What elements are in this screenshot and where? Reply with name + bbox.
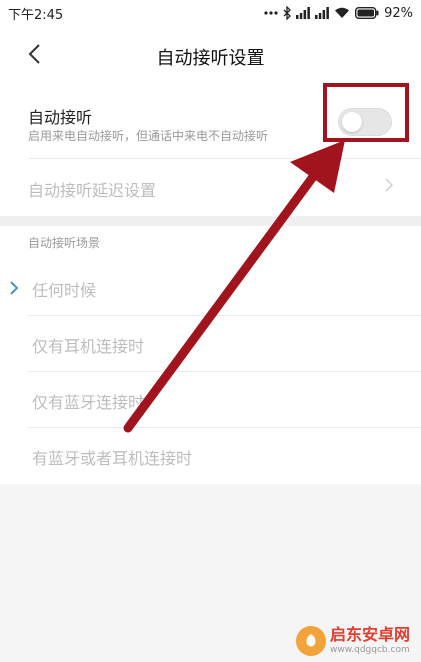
watermark-logo-icon xyxy=(296,626,326,656)
signal-icon-2 xyxy=(315,7,329,19)
delay-setting-label: 自动接听延迟设置 xyxy=(28,181,157,200)
scenario-label: 任何时候 xyxy=(32,281,97,300)
screen: 下午2:45 92% 自动接听设置 自动接听 启用来电自动接听，但通话中来电不自… xyxy=(0,0,421,662)
watermark-text: 启东安卓网 www.qdgqcb.com xyxy=(330,627,410,655)
annotation-highlight-box xyxy=(323,83,409,142)
section-gap xyxy=(0,216,421,226)
auto-answer-title: 自动接听 xyxy=(28,108,93,127)
delay-setting-row[interactable]: 自动接听延迟设置 xyxy=(0,159,421,216)
scenario-item-headset[interactable]: 仅有耳机连接时 xyxy=(0,316,421,372)
scenario-card: 自动接听场景 任何时候 仅有耳机连接时 仅有蓝牙连接时 有蓝牙或者耳机连接时 xyxy=(0,226,421,484)
watermark-name: 启东安卓网 xyxy=(330,625,411,644)
bluetooth-icon xyxy=(283,6,292,20)
chevron-right-icon xyxy=(385,177,394,196)
status-icons: 92% xyxy=(264,4,413,22)
scenario-label: 有蓝牙或者耳机连接时 xyxy=(32,449,193,468)
status-bar: 下午2:45 92% xyxy=(0,0,421,26)
title-bar: 自动接听设置 xyxy=(0,26,421,86)
scenario-item-bluetooth[interactable]: 仅有蓝牙连接时 xyxy=(0,372,421,428)
status-time: 下午2:45 xyxy=(8,8,64,23)
page-title: 自动接听设置 xyxy=(156,48,265,69)
scenario-item-anytime[interactable]: 任何时候 xyxy=(0,260,421,316)
scenario-item-bluetooth-or-headset[interactable]: 有蓝牙或者耳机连接时 xyxy=(0,428,421,484)
scenario-label: 仅有蓝牙连接时 xyxy=(32,393,145,412)
dots-icon xyxy=(264,10,278,16)
wifi-icon xyxy=(334,7,350,19)
battery-percent: 92% xyxy=(384,5,413,21)
auto-answer-subtitle: 启用来电自动接听，但通话中来电不自动接听 xyxy=(28,129,269,143)
scenario-label: 仅有耳机连接时 xyxy=(32,337,145,356)
watermark: 启东安卓网 www.qdgqcb.com xyxy=(296,622,418,660)
watermark-url: www.qdgqcb.com xyxy=(330,645,410,655)
signal-icon xyxy=(296,7,310,19)
scenario-section-header: 自动接听场景 xyxy=(28,236,101,250)
battery-icon xyxy=(355,7,379,19)
check-icon xyxy=(10,280,19,299)
